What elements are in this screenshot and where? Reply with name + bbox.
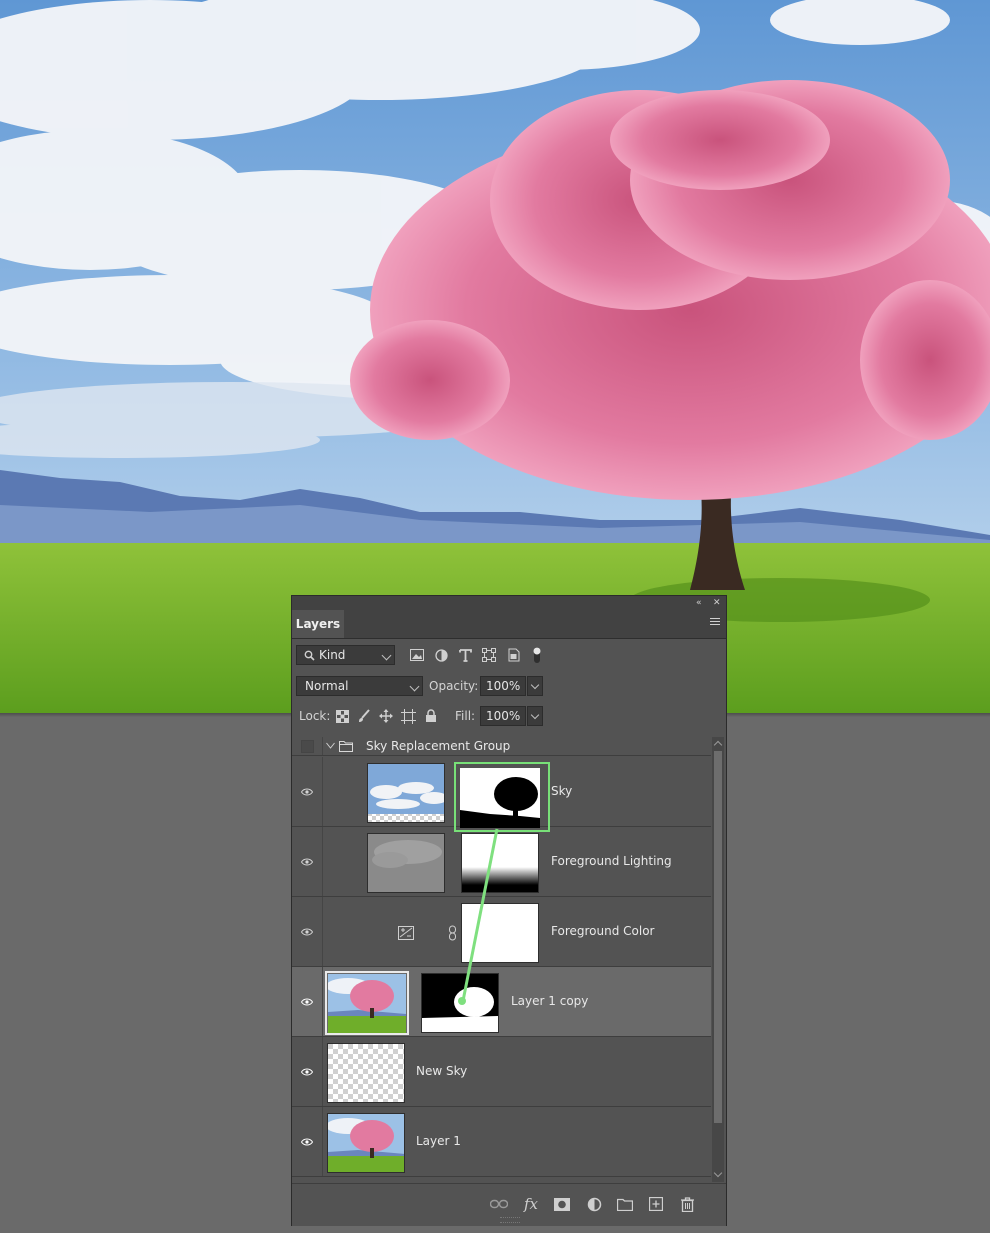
layer-thumbnail[interactable] — [327, 1113, 405, 1173]
scroll-thumb[interactable] — [714, 751, 722, 1123]
opacity-label: Opacity: — [429, 679, 479, 693]
layer-name[interactable]: Foreground Color — [551, 924, 654, 938]
new-layer-icon[interactable] — [646, 1194, 666, 1214]
layer-mask-thumbnail[interactable] — [461, 833, 539, 893]
fx-icon[interactable]: fx — [521, 1194, 541, 1214]
layer-mask-thumbnail[interactable] — [461, 903, 539, 963]
panel-menu-icon[interactable] — [710, 618, 720, 628]
layer-row-sky-replacement-group[interactable]: Sky Replacement Group — [292, 737, 711, 756]
layer-name[interactable]: Sky Replacement Group — [366, 739, 510, 753]
eye-icon[interactable] — [292, 1037, 322, 1107]
filter-toggle-icon[interactable] — [528, 645, 546, 665]
layer-row-foreground-lighting[interactable]: Foreground Lighting — [292, 827, 711, 897]
folder-icon — [339, 741, 353, 752]
panel-resize-grip[interactable] — [500, 1217, 520, 1223]
tab-layers[interactable]: Layers — [292, 610, 344, 638]
blend-mode-value: Normal — [305, 679, 349, 693]
trash-icon[interactable] — [677, 1194, 697, 1214]
layer-row-new-sky[interactable]: New Sky — [292, 1037, 711, 1107]
shape-filter-icon[interactable] — [480, 645, 498, 665]
opacity-dropdown-button[interactable] — [527, 676, 543, 696]
lock-image-icon[interactable] — [355, 706, 373, 726]
layer-thumbnail-selected[interactable] — [325, 971, 409, 1035]
lock-all-icon[interactable] — [422, 706, 440, 726]
search-icon — [304, 650, 315, 661]
layers-panel: « ✕ Layers Kind Normal Opacity: 100% Loc… — [291, 595, 727, 1226]
scroll-up-arrow[interactable] — [713, 740, 723, 750]
panel-titlebar[interactable]: « ✕ — [292, 596, 726, 610]
eye-icon[interactable] — [292, 827, 322, 897]
chain-link-icon[interactable] — [448, 925, 458, 941]
blend-mode-dropdown[interactable]: Normal — [296, 676, 423, 696]
eye-icon[interactable] — [292, 1107, 322, 1177]
kind-filter-dropdown[interactable]: Kind — [296, 645, 395, 665]
fill-input[interactable]: 100% — [480, 706, 526, 726]
layer-row-partial[interactable] — [292, 1177, 711, 1182]
filter-row: Kind — [292, 645, 726, 667]
layer-thumbnail[interactable] — [367, 833, 445, 893]
kind-filter-label: Kind — [319, 648, 346, 662]
layer-list[interactable]: Sky Replacement Group Sky Foreground Lig… — [292, 737, 711, 1182]
new-group-icon[interactable] — [615, 1194, 635, 1214]
layer-mask-thumbnail[interactable] — [421, 973, 499, 1033]
lock-position-icon[interactable] — [377, 706, 395, 726]
lock-artboard-icon[interactable] — [399, 706, 417, 726]
smart-object-filter-icon[interactable] — [504, 645, 522, 665]
link-layers-icon[interactable] — [489, 1194, 509, 1214]
adjustment-layer-icon — [398, 926, 414, 940]
lock-row: Lock: Fill: 100% — [292, 706, 726, 728]
fill-label: Fill: — [455, 709, 476, 723]
collapse-panel-button[interactable]: « — [696, 596, 702, 610]
type-filter-icon[interactable] — [456, 645, 474, 665]
add-mask-icon[interactable] — [552, 1194, 572, 1214]
visibility-toggle-off[interactable] — [292, 737, 322, 756]
adjustment-filter-icon[interactable] — [432, 645, 450, 665]
layer-row-layer-1[interactable]: Layer 1 — [292, 1107, 711, 1177]
lock-transparent-icon[interactable] — [333, 706, 351, 726]
lock-label: Lock: — [299, 709, 331, 723]
layer-name[interactable]: New Sky — [416, 1064, 467, 1078]
opacity-input[interactable]: 100% — [480, 676, 526, 696]
layer-row-foreground-color[interactable]: Foreground Color — [292, 897, 711, 967]
layer-row-sky[interactable]: Sky — [292, 757, 711, 832]
layer-list-scrollbar[interactable] — [712, 737, 724, 1182]
image-filter-icon[interactable] — [408, 645, 426, 665]
close-panel-button[interactable]: ✕ — [713, 596, 721, 610]
layer-name[interactable]: Sky — [551, 784, 572, 798]
eye-icon[interactable] — [292, 897, 322, 967]
layer-thumbnail[interactable] — [327, 1043, 405, 1103]
panel-footer: fx — [292, 1183, 726, 1226]
layer-row-layer-1-copy[interactable]: Layer 1 copy — [292, 967, 711, 1037]
blend-row: Normal Opacity: 100% — [292, 676, 726, 698]
scroll-down-arrow[interactable] — [713, 1168, 723, 1178]
new-adjustment-icon[interactable] — [584, 1194, 604, 1214]
eye-icon[interactable] — [292, 757, 322, 827]
fill-dropdown-button[interactable] — [527, 706, 543, 726]
layer-name[interactable]: Layer 1 copy — [511, 994, 588, 1008]
layer-mask-thumbnail-selected[interactable] — [454, 762, 550, 832]
chevron-down-icon[interactable] — [326, 742, 335, 750]
layer-name[interactable]: Foreground Lighting — [551, 854, 672, 868]
eye-icon[interactable] — [292, 967, 322, 1037]
layer-name[interactable]: Layer 1 — [416, 1134, 461, 1148]
panel-tabbar: Layers — [292, 610, 726, 639]
layer-thumbnail[interactable] — [367, 763, 445, 823]
